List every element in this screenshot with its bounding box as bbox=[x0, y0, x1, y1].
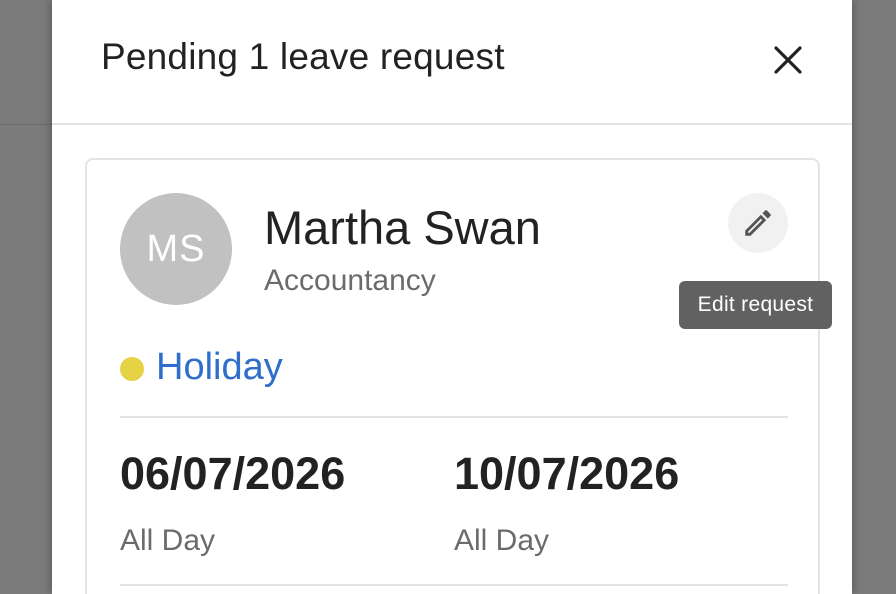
start-time: All Day bbox=[120, 524, 216, 557]
close-icon bbox=[774, 46, 802, 74]
avatar: MS bbox=[120, 193, 232, 305]
employee-department: Accountancy bbox=[264, 264, 436, 297]
edit-request-tooltip: Edit request bbox=[679, 281, 832, 329]
dialog-header: Pending 1 leave request bbox=[52, 0, 852, 125]
backdrop-overlay[interactable] bbox=[852, 0, 896, 594]
leave-type-color-dot bbox=[120, 357, 144, 381]
leave-type-label: Holiday bbox=[156, 346, 283, 388]
edit-request-button[interactable] bbox=[728, 193, 788, 253]
pencil-icon bbox=[745, 210, 771, 236]
start-date: 06/07/2026 bbox=[120, 448, 346, 499]
divider bbox=[120, 416, 788, 418]
employee-name: Martha Swan bbox=[264, 201, 541, 254]
leave-request-card: MS Martha Swan Accountancy Holiday 06/07… bbox=[85, 158, 820, 594]
close-button[interactable] bbox=[768, 40, 808, 80]
dialog-title: Pending 1 leave request bbox=[101, 36, 505, 77]
divider bbox=[120, 584, 788, 586]
end-time: All Day bbox=[454, 524, 550, 557]
end-date: 10/07/2026 bbox=[454, 448, 680, 499]
backdrop-divider bbox=[0, 124, 52, 125]
